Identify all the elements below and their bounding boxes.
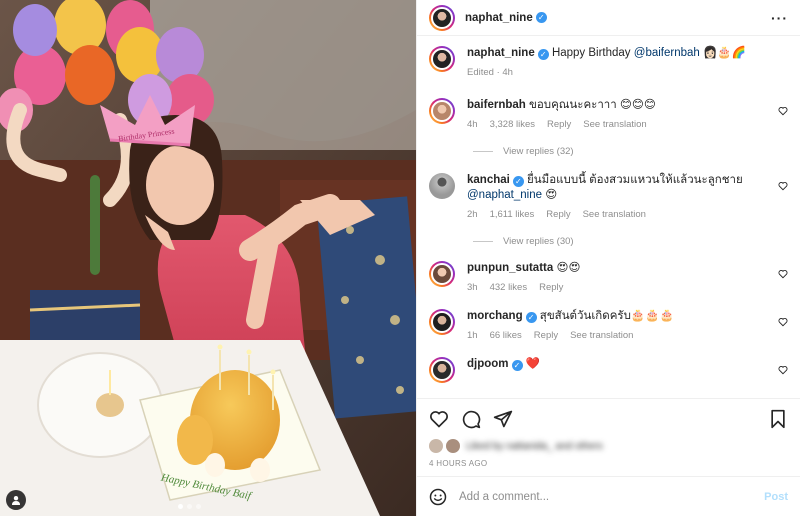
post-comment-button[interactable]: Post — [764, 491, 788, 503]
bookmark-icon[interactable] — [768, 409, 788, 429]
avatar — [446, 439, 460, 453]
comment-item: djpoom ✓ ❤️ — [429, 357, 788, 383]
post-actions: Liked by nattanida_ and others 4 HOURS A… — [417, 398, 800, 476]
avatar[interactable] — [429, 46, 455, 72]
comment-likes[interactable]: 432 likes — [490, 280, 528, 295]
heart-icon[interactable] — [429, 409, 449, 429]
post-timestamp[interactable]: 4 HOURS AGO — [429, 459, 788, 468]
post-side-panel: naphat_nine ✓ ··· naphat_nine ✓ Happy Bir… — [416, 0, 800, 516]
caption-mention[interactable]: @baifernbah — [634, 47, 700, 59]
caption-time[interactable]: 4h — [502, 67, 513, 78]
caption-text: Happy Birthday — [551, 47, 631, 59]
avatar[interactable] — [429, 357, 455, 383]
heart-icon[interactable] — [778, 317, 788, 327]
heart-icon[interactable] — [778, 365, 788, 375]
view-replies-button[interactable]: View replies (32) — [473, 146, 788, 157]
verified-badge-icon: ✓ — [525, 312, 537, 323]
carousel-dot — [178, 504, 183, 509]
verified-badge-icon: ✓ — [512, 176, 524, 187]
comment-time[interactable]: 2h — [467, 207, 478, 222]
comment-text: ❤️ — [525, 358, 541, 370]
comment-username[interactable]: punpun_sutatta — [467, 262, 553, 274]
carousel-dot — [187, 504, 192, 509]
liked-by-summary[interactable]: Liked by nattanida_ and others — [429, 439, 788, 453]
comment-item: baifernbah ขอบคุณนะคะาาา 😊😊😊 4h 3,328 li… — [429, 98, 788, 132]
avatar[interactable] — [429, 4, 455, 31]
tagged-users-button[interactable] — [6, 490, 26, 510]
edited-label: Edited — [467, 67, 494, 78]
comment-likes[interactable]: 66 likes — [490, 328, 522, 343]
heart-icon[interactable] — [778, 106, 788, 116]
caption-emojis: 👩🏻🎂🌈 — [703, 47, 746, 59]
view-replies-button[interactable]: View replies (30) — [473, 236, 788, 247]
carousel-dot — [196, 504, 201, 509]
comment-text: สุขสันต์วันเกิดครับ🎂🎂🎂 — [539, 310, 674, 322]
send-icon[interactable] — [493, 409, 513, 429]
more-options-icon[interactable]: ··· — [771, 10, 788, 26]
verified-badge-icon: ✓ — [537, 49, 549, 60]
comment-username[interactable]: kanchai — [467, 174, 510, 186]
comment-emoji: 😍 — [545, 189, 558, 201]
heart-icon[interactable] — [778, 269, 788, 279]
comment-text: ยื่นมือแบบนี้ ต้องสวมแหวนให้แล้วนะลูกชาย — [527, 174, 743, 186]
see-translation-button[interactable]: See translation — [583, 117, 646, 132]
comment-time[interactable]: 4h — [467, 117, 478, 132]
post-dialog: Birthday Princess Happy Birthday Baif na… — [0, 0, 800, 516]
heart-icon[interactable] — [778, 181, 788, 191]
reply-button[interactable]: Reply — [547, 117, 571, 132]
reply-button[interactable]: Reply — [539, 280, 563, 295]
comment-text: ขอบคุณนะคะาาา 😊😊😊 — [529, 99, 656, 111]
comment-likes[interactable]: 1,611 likes — [490, 207, 535, 222]
carousel-dots — [178, 504, 201, 509]
post-header: naphat_nine ✓ ··· — [417, 0, 800, 36]
avatar[interactable] — [429, 261, 455, 287]
comment-username[interactable]: baifernbah — [467, 99, 526, 111]
comment-username[interactable]: djpoom — [467, 358, 509, 370]
comment-text: 😍😍 — [556, 262, 581, 274]
see-translation-button[interactable]: See translation — [570, 328, 633, 343]
caption: naphat_nine ✓ Happy Birthday @baifernbah … — [429, 46, 788, 80]
comment-icon[interactable] — [461, 409, 481, 429]
caption-username[interactable]: naphat_nine — [467, 47, 535, 59]
avatar[interactable] — [429, 98, 455, 124]
comment-input[interactable] — [459, 490, 753, 503]
see-translation-button[interactable]: See translation — [583, 207, 646, 222]
verified-badge-icon: ✓ — [511, 360, 523, 371]
avatar — [429, 439, 443, 453]
comments-list[interactable]: naphat_nine ✓ Happy Birthday @baifernbah … — [417, 36, 800, 398]
comment-time[interactable]: 1h — [467, 328, 478, 343]
header-username[interactable]: naphat_nine — [465, 12, 533, 24]
verified-badge-icon: ✓ — [535, 12, 547, 23]
comment-item: punpun_sutatta 😍😍 3h 432 likes Reply — [429, 261, 788, 295]
comment-item: kanchai ✓ ยื่นมือแบบนี้ ต้องสวมแหวนให้แล้… — [429, 173, 788, 222]
add-comment-bar: Post — [417, 476, 800, 516]
liked-by-text: Liked by nattanida_ and others — [466, 440, 603, 452]
comment-item: morchang ✓ สุขสันต์วันเกิดครับ🎂🎂🎂 1h 66 l… — [429, 309, 788, 343]
birthday-photo-illustration: Birthday Princess Happy Birthday Baif — [0, 0, 416, 516]
avatar[interactable] — [429, 173, 455, 199]
post-photo[interactable]: Birthday Princess Happy Birthday Baif — [0, 0, 416, 516]
reply-button[interactable]: Reply — [534, 328, 558, 343]
comment-likes[interactable]: 3,328 likes — [490, 117, 535, 132]
emoji-icon[interactable] — [429, 488, 447, 506]
avatar[interactable] — [429, 309, 455, 335]
reply-button[interactable]: Reply — [546, 207, 570, 222]
user-icon — [12, 496, 20, 505]
comment-time[interactable]: 3h — [467, 280, 478, 295]
comment-username[interactable]: morchang — [467, 310, 523, 322]
comment-mention[interactable]: @naphat_nine — [467, 189, 542, 201]
